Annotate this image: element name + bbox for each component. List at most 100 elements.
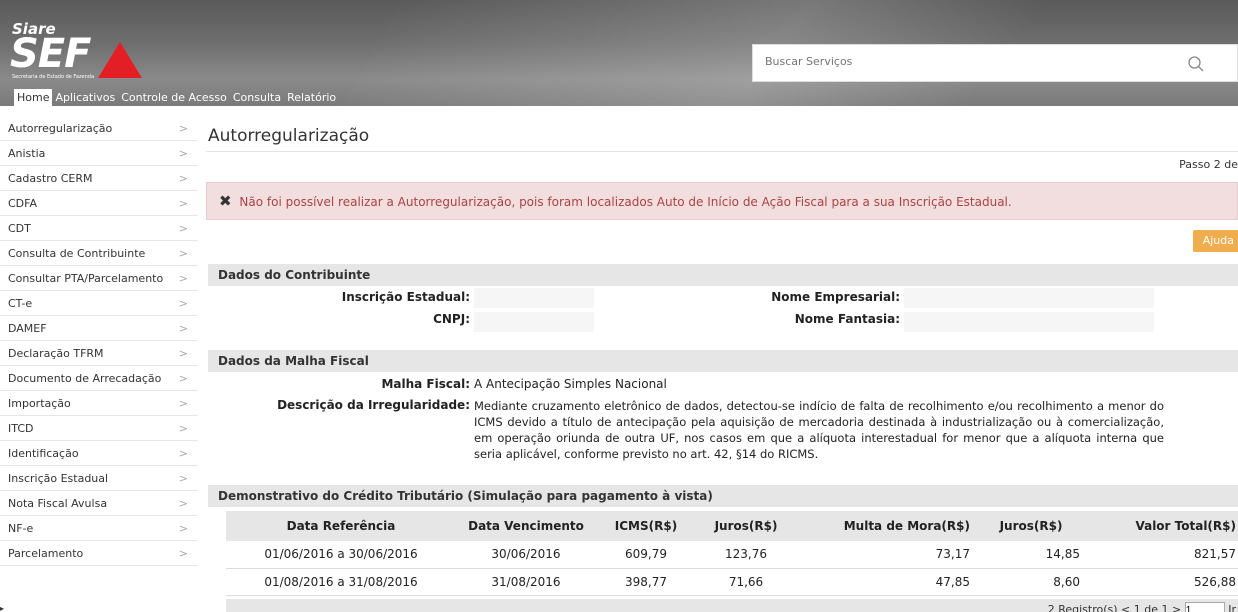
sidebar-item-consulta-contribuinte[interactable]: Consulta de Contribuinte > <box>0 241 198 266</box>
sidebar-item-autorregularizacao[interactable]: Autorregularização > <box>0 116 198 141</box>
sidebar-item-anistia[interactable]: Anistia > <box>0 141 198 166</box>
sidebar-menu: Autorregularização > Anistia > Cadastro CE… <box>0 116 198 566</box>
sidebar-item-cte[interactable]: CT-e > <box>0 291 198 316</box>
row-malha-fiscal: Malha Fiscal: A Antecipação Simples Naci… <box>208 372 1238 396</box>
sidebar-item-label: Inscrição Estadual <box>8 472 109 485</box>
pager-go-button[interactable]: Ir <box>1228 603 1236 612</box>
row-descricao: Descrição da Irregularidade: Mediante cr… <box>208 396 1238 464</box>
sidebar-item-parcelamento[interactable]: Parcelamento > <box>0 541 198 566</box>
chevron-right-icon: > <box>178 447 188 460</box>
sidebar-item-label: Nota Fiscal Avulsa <box>8 497 108 510</box>
cell-multa-mora: 73,17 <box>796 541 976 569</box>
sidebar-item-label: Consulta de Contribuinte <box>8 247 146 260</box>
sidebar-item-damef[interactable]: DAMEF > <box>0 316 198 341</box>
nome-fantasia-label: Nome Fantasia: <box>794 312 900 326</box>
sidebar-item-cdt[interactable]: CDT > <box>0 216 198 241</box>
sidebar-item-declaracao-tfrm[interactable]: Declaração TFRM > <box>0 341 198 366</box>
nome-empresarial-value <box>904 288 1154 308</box>
cell-data-referencia: 01/08/2016 a 31/08/2016 <box>226 568 456 596</box>
cnpj-value <box>474 312 594 332</box>
sidebar-item-label: Consultar PTA/Parcelamento <box>8 272 164 285</box>
nav-home[interactable]: Home <box>14 89 53 106</box>
chevron-right-icon: > <box>178 497 188 510</box>
table-header-row: Data Referência Data Vencimento ICMS(R$)… <box>226 511 1238 541</box>
col-juros[interactable]: Juros(R$) <box>696 511 796 541</box>
sidebar-item-label: CDT <box>8 222 31 235</box>
cell-icms: 609,79 <box>596 541 696 569</box>
sidebar-item-documento-arrecadacao[interactable]: Documento de Arrecadação > <box>0 366 198 391</box>
cell-data-referencia: 01/06/2016 a 30/06/2016 <box>226 541 456 569</box>
sidebar-item-label: CT-e <box>8 297 33 310</box>
panel-demonstrativo: Demonstrativo do Crédito Tributário (Sim… <box>208 485 1238 612</box>
chevron-right-icon: > <box>178 472 188 485</box>
sef-logo[interactable]: Siare SEF Secretaria de Estado de Fazend… <box>8 20 142 82</box>
help-button[interactable]: Ajuda <box>1192 230 1238 252</box>
descricao-value: Mediante cruzamento eletrônico de dados,… <box>474 399 1164 461</box>
header: Siare SEF Secretaria de Estado de Fazend… <box>0 0 1238 106</box>
nav-consulta[interactable]: Consulta <box>230 89 284 106</box>
sidebar-item-label: Cadastro CERM <box>8 172 93 185</box>
col-data-referencia[interactable]: Data Referência <box>226 511 456 541</box>
sidebar-item-label: Anistia <box>8 147 46 160</box>
pager-summary: 2 Registro(s) < 1 de 1 > <box>1047 603 1182 612</box>
row-ie: Inscrição Estadual: Nome Empresarial: <box>208 286 1238 310</box>
sidebar-item-label: Autorregularização <box>8 122 113 135</box>
sidebar-item-cdfa[interactable]: CDFA > <box>0 191 198 216</box>
descricao-label: Descrição da Irregularidade: <box>277 398 470 412</box>
sidebar-item-identificacao[interactable]: Identificação > <box>0 441 198 466</box>
chevron-right-icon: > <box>178 147 188 160</box>
sidebar-item-importacao[interactable]: Importação > <box>0 391 198 416</box>
sidebar-item-inscricao-estadual[interactable]: Inscrição Estadual > <box>0 466 198 491</box>
ie-value <box>474 288 594 308</box>
chevron-right-icon: > <box>178 222 188 235</box>
chevron-right-icon: > <box>178 397 188 410</box>
sidebar-item-nota-fiscal-avulsa[interactable]: Nota Fiscal Avulsa > <box>0 491 198 516</box>
chevron-right-icon: > <box>178 322 188 335</box>
cell-valor-total: 821,57 <box>1086 541 1238 569</box>
chevron-right-icon: > <box>178 547 188 560</box>
panel-heading: Demonstrativo do Crédito Tributário (Sim… <box>208 485 1238 507</box>
sidebar-item-label: ITCD <box>8 422 34 435</box>
malha-fiscal-value: A Antecipação Simples Nacional <box>474 377 667 391</box>
ie-label: Inscrição Estadual: <box>341 290 470 304</box>
cell-juros-2: 14,85 <box>976 541 1086 569</box>
chevron-right-icon: > <box>178 347 188 360</box>
search-box <box>752 44 1238 82</box>
error-x-icon: ✖ <box>219 192 232 210</box>
credito-table: Data Referência Data Vencimento ICMS(R$)… <box>226 511 1238 596</box>
search-icon[interactable] <box>1187 55 1205 73</box>
chevron-right-icon: > <box>178 522 188 535</box>
sidebar-item-cadastro-cerm[interactable]: Cadastro CERM > <box>0 166 198 191</box>
nav-aplicativos[interactable]: Aplicativos <box>52 89 118 106</box>
col-valor-total[interactable]: Valor Total(R$) <box>1086 511 1238 541</box>
sidebar-item-itcd[interactable]: ITCD > <box>0 416 198 441</box>
col-icms[interactable]: ICMS(R$) <box>596 511 696 541</box>
cell-juros: 71,66 <box>696 568 796 596</box>
chevron-right-icon: > <box>178 297 188 310</box>
col-data-vencimento[interactable]: Data Vencimento <box>456 511 596 541</box>
nome-fantasia-value <box>904 312 1154 332</box>
search-input[interactable] <box>765 55 1165 68</box>
cnpj-label: CNPJ: <box>433 312 470 326</box>
main-content: Autorregularização Passo 2 de ✖ Não foi … <box>206 116 1238 612</box>
sidebar-item-consultar-pta[interactable]: Consultar PTA/Parcelamento > <box>0 266 198 291</box>
top-nav: Home Aplicativos Controle de Acesso Cons… <box>14 89 339 106</box>
panel-heading: Dados do Contribuinte <box>208 264 1238 286</box>
nome-empresarial-label: Nome Empresarial: <box>771 290 900 304</box>
col-juros-2[interactable]: Juros(R$) <box>976 511 1086 541</box>
sidebar-item-nfe[interactable]: NF-e > <box>0 516 198 541</box>
nav-controle-de-acesso[interactable]: Controle de Acesso <box>118 89 230 106</box>
cursor-icon: ▸ <box>0 604 5 612</box>
col-multa-mora[interactable]: Multa de Mora(R$) <box>796 511 976 541</box>
sidebar-item-label: CDFA <box>8 197 37 210</box>
error-alert: ✖ Não foi possível realizar a Autorregul… <box>206 182 1238 220</box>
pager-page-input[interactable] <box>1184 602 1225 612</box>
chevron-right-icon: > <box>178 247 188 260</box>
cell-icms: 398,77 <box>596 568 696 596</box>
table-row: 01/08/2016 a 31/08/2016 31/08/2016 398,7… <box>226 568 1238 596</box>
nav-relatorio[interactable]: Relatório <box>284 89 339 106</box>
chevron-right-icon: > <box>178 372 188 385</box>
panel-dados-contribuinte: Dados do Contribuinte Inscrição Estadual… <box>208 264 1238 334</box>
sidebar-item-label: Importação <box>8 397 71 410</box>
sidebar-item-label: NF-e <box>8 522 34 535</box>
